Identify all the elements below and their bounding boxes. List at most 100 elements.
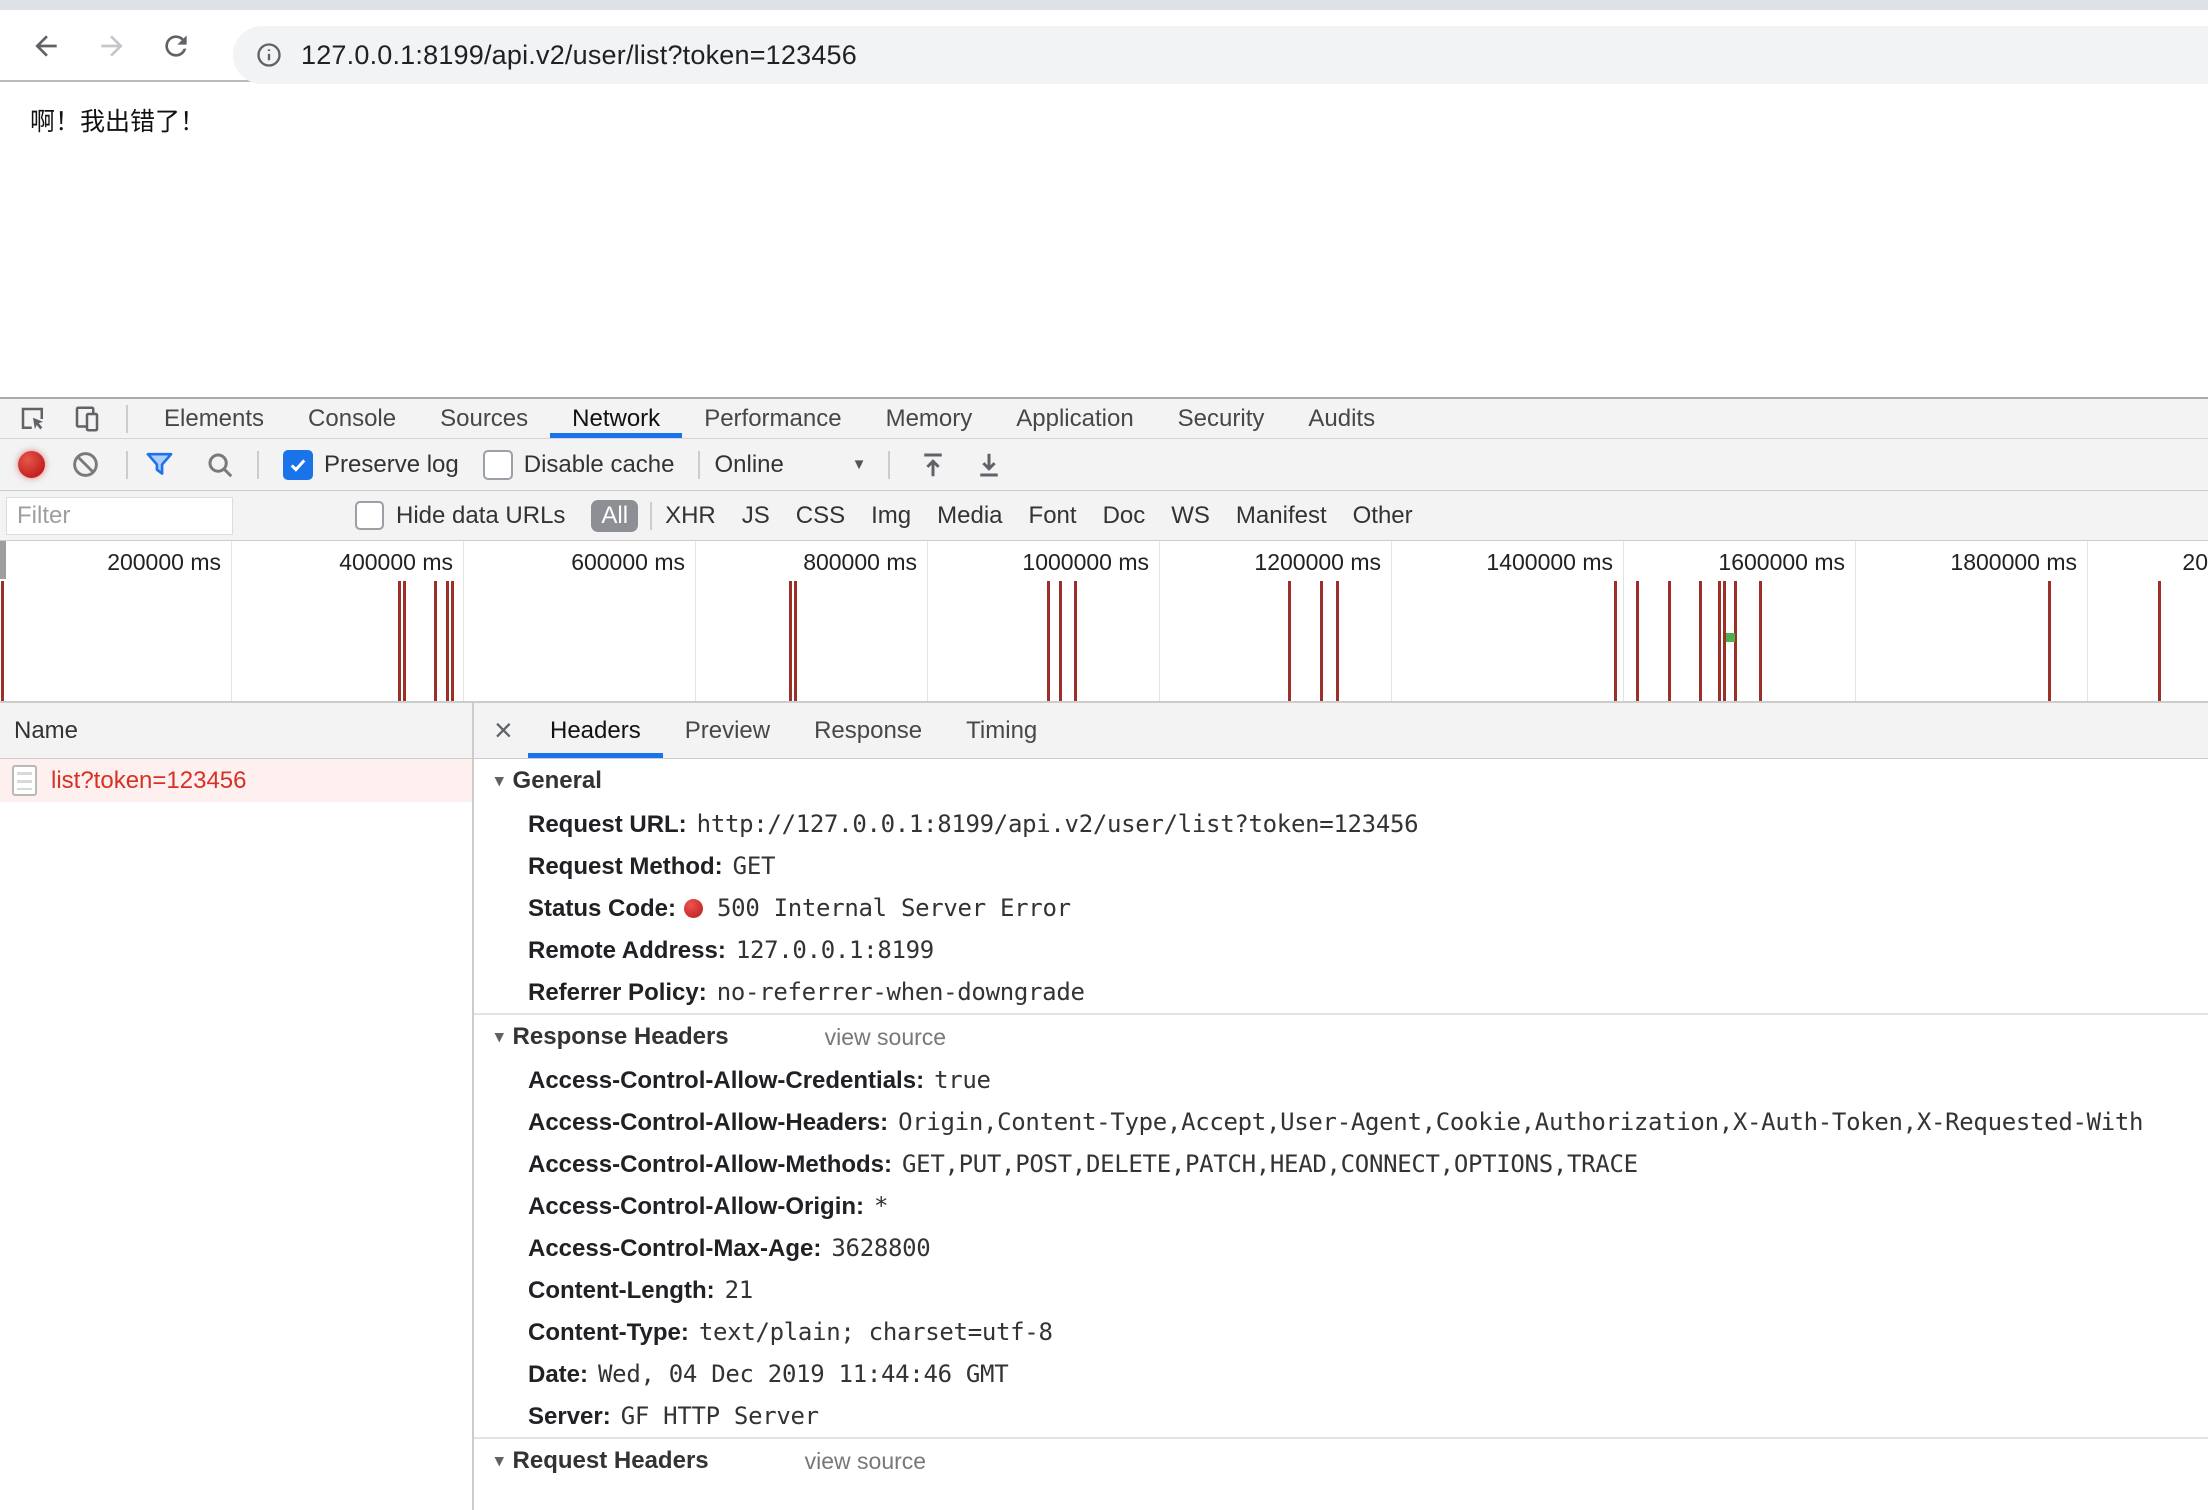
column-header-name[interactable]: Name <box>0 703 472 759</box>
devtools-tab-performance[interactable]: Performance <box>682 399 863 438</box>
devtools-tabs: ElementsConsoleSourcesNetworkPerformance… <box>142 399 1397 438</box>
export-har-icon[interactable] <box>974 450 1004 480</box>
timeline-request-bar <box>1668 581 1671 701</box>
clear-network-log-icon[interactable] <box>71 450 100 479</box>
device-toolbar-icon[interactable] <box>72 404 102 434</box>
url-text: 127.0.0.1:8199/api.v2/user/list?token=12… <box>301 40 857 71</box>
header-name: Remote Address: <box>528 937 726 964</box>
details-tab-timing[interactable]: Timing <box>944 703 1059 758</box>
preserve-log-label[interactable]: Preserve log <box>324 451 459 479</box>
back-button[interactable] <box>30 30 62 62</box>
type-filter-manifest[interactable]: Manifest <box>1236 502 1327 530</box>
reload-button[interactable] <box>160 30 192 62</box>
details-tab-preview[interactable]: Preview <box>663 703 792 758</box>
divider <box>257 451 259 479</box>
details-tab-response[interactable]: Response <box>792 703 944 758</box>
hide-data-urls-checkbox[interactable] <box>355 501 384 530</box>
type-filter-doc[interactable]: Doc <box>1103 502 1146 530</box>
request-row[interactable]: list?token=123456 <box>0 759 472 802</box>
header-value: true <box>934 1066 991 1094</box>
devtools-tab-console[interactable]: Console <box>286 399 418 438</box>
close-icon[interactable]: × <box>494 703 528 758</box>
throttling-value: Online <box>714 451 783 479</box>
type-filter-img[interactable]: Img <box>871 502 911 530</box>
request-table: Name list?token=123456 <box>0 703 474 1510</box>
devtools-tab-bar: ElementsConsoleSourcesNetworkPerformance… <box>0 399 2208 439</box>
network-filter-row: Hide data URLs All XHR JS CSS Img Media Font Do… <box>0 491 2208 541</box>
divider <box>126 405 128 433</box>
disable-cache-label[interactable]: Disable cache <box>524 451 675 479</box>
header-value: text/plain; charset=utf-8 <box>699 1318 1053 1346</box>
request-details-panel: × HeadersPreviewResponseTiming ▾General R… <box>474 703 2208 1510</box>
type-filter-media[interactable]: Media <box>937 502 1002 530</box>
type-filter-other[interactable]: Other <box>1353 502 1413 530</box>
timeline-tick-label: 200000 ms <box>0 549 221 576</box>
timeline-request-bar <box>1059 581 1062 701</box>
filter-icon[interactable] <box>144 449 175 480</box>
devtools-tab-elements[interactable]: Elements <box>142 399 286 438</box>
header-row: Request Method:GET <box>474 845 2208 887</box>
type-filter-font[interactable]: Font <box>1029 502 1077 530</box>
timeline-request-bar <box>1 581 4 701</box>
timeline-request-bar <box>434 581 437 701</box>
section-header-general[interactable]: ▾General <box>474 759 2208 803</box>
forward-button[interactable] <box>96 30 128 62</box>
view-source-link[interactable]: view source <box>805 1448 926 1475</box>
section-response-headers: ▾Response Headersview source Access-Contr… <box>474 1013 2208 1437</box>
header-value: 127.0.0.1:8199 <box>736 936 934 964</box>
network-overview-timeline[interactable]: 200000 ms400000 ms600000 ms800000 ms1000… <box>0 541 2208 703</box>
search-icon[interactable] <box>205 450 235 480</box>
header-value: * <box>874 1192 888 1220</box>
filter-input[interactable] <box>6 497 233 535</box>
divider <box>698 451 700 479</box>
timeline-tick-label: 1800000 ms <box>1827 549 2077 576</box>
header-value: GET,PUT,POST,DELETE,PATCH,HEAD,CONNECT,O… <box>902 1150 1638 1178</box>
triangle-down-icon: ▾ <box>495 1027 504 1047</box>
devtools-tab-memory[interactable]: Memory <box>864 399 995 438</box>
devtools-tab-sources[interactable]: Sources <box>418 399 550 438</box>
disable-cache-checkbox[interactable] <box>483 450 513 480</box>
details-tab-headers[interactable]: Headers <box>528 703 663 758</box>
header-row: Access-Control-Max-Age:3628800 <box>474 1227 2208 1269</box>
triangle-down-icon: ▾ <box>495 771 504 791</box>
devtools-tab-network[interactable]: Network <box>550 399 682 438</box>
devtools-panel: ElementsConsoleSourcesNetworkPerformance… <box>0 397 2208 1510</box>
section-request-headers: ▾Request Headersview source <box>474 1437 2208 1483</box>
address-bar[interactable]: 127.0.0.1:8199/api.v2/user/list?token=12… <box>233 26 2208 84</box>
preserve-log-checkbox[interactable] <box>283 450 313 480</box>
devtools-tab-audits[interactable]: Audits <box>1286 399 1397 438</box>
header-row: Server:GF HTTP Server <box>474 1395 2208 1437</box>
type-filter-css[interactable]: CSS <box>796 502 845 530</box>
type-filter-js[interactable]: JS <box>742 502 770 530</box>
import-har-icon[interactable] <box>918 450 948 480</box>
timeline-tick-label: 400000 ms <box>203 549 453 576</box>
view-source-link[interactable]: view source <box>825 1024 946 1051</box>
timeline-request-bar <box>1636 581 1639 701</box>
throttling-dropdown[interactable]: Online ▼ <box>714 451 866 479</box>
header-row: Date:Wed, 04 Dec 2019 11:44:46 GMT <box>474 1353 2208 1395</box>
header-name: Referrer Policy: <box>528 979 707 1006</box>
header-value: 500 Internal Server Error <box>717 894 1071 922</box>
type-filter-xhr[interactable]: XHR <box>665 502 716 530</box>
type-filter-ws[interactable]: WS <box>1171 502 1210 530</box>
timeline-request-bar <box>446 581 449 701</box>
section-header-request-headers[interactable]: ▾Request Headersview source <box>474 1439 2208 1483</box>
record-network-log-icon[interactable] <box>18 451 45 478</box>
devtools-tab-application[interactable]: Application <box>994 399 1155 438</box>
chevron-down-icon: ▼ <box>852 456 867 473</box>
page-info-icon[interactable] <box>255 41 283 69</box>
type-filter-all[interactable]: All <box>591 500 638 532</box>
inspect-element-icon[interactable] <box>18 404 48 434</box>
section-header-response-headers[interactable]: ▾Response Headersview source <box>474 1015 2208 1059</box>
page-error-text: 啊！我出错了！ <box>30 102 205 138</box>
timeline-event-marker <box>1726 633 1735 642</box>
hide-data-urls-label[interactable]: Hide data URLs <box>396 502 565 530</box>
header-value: GET <box>733 852 775 880</box>
timeline-tick-label: 1200000 ms <box>1131 549 1381 576</box>
header-value: no-referrer-when-downgrade <box>717 978 1085 1006</box>
network-body: Name list?token=123456 × HeadersPreviewR… <box>0 703 2208 1510</box>
check-icon <box>288 455 308 475</box>
timeline-request-bar <box>1718 581 1721 701</box>
timeline-request-bar <box>789 581 792 701</box>
devtools-tab-security[interactable]: Security <box>1156 399 1287 438</box>
